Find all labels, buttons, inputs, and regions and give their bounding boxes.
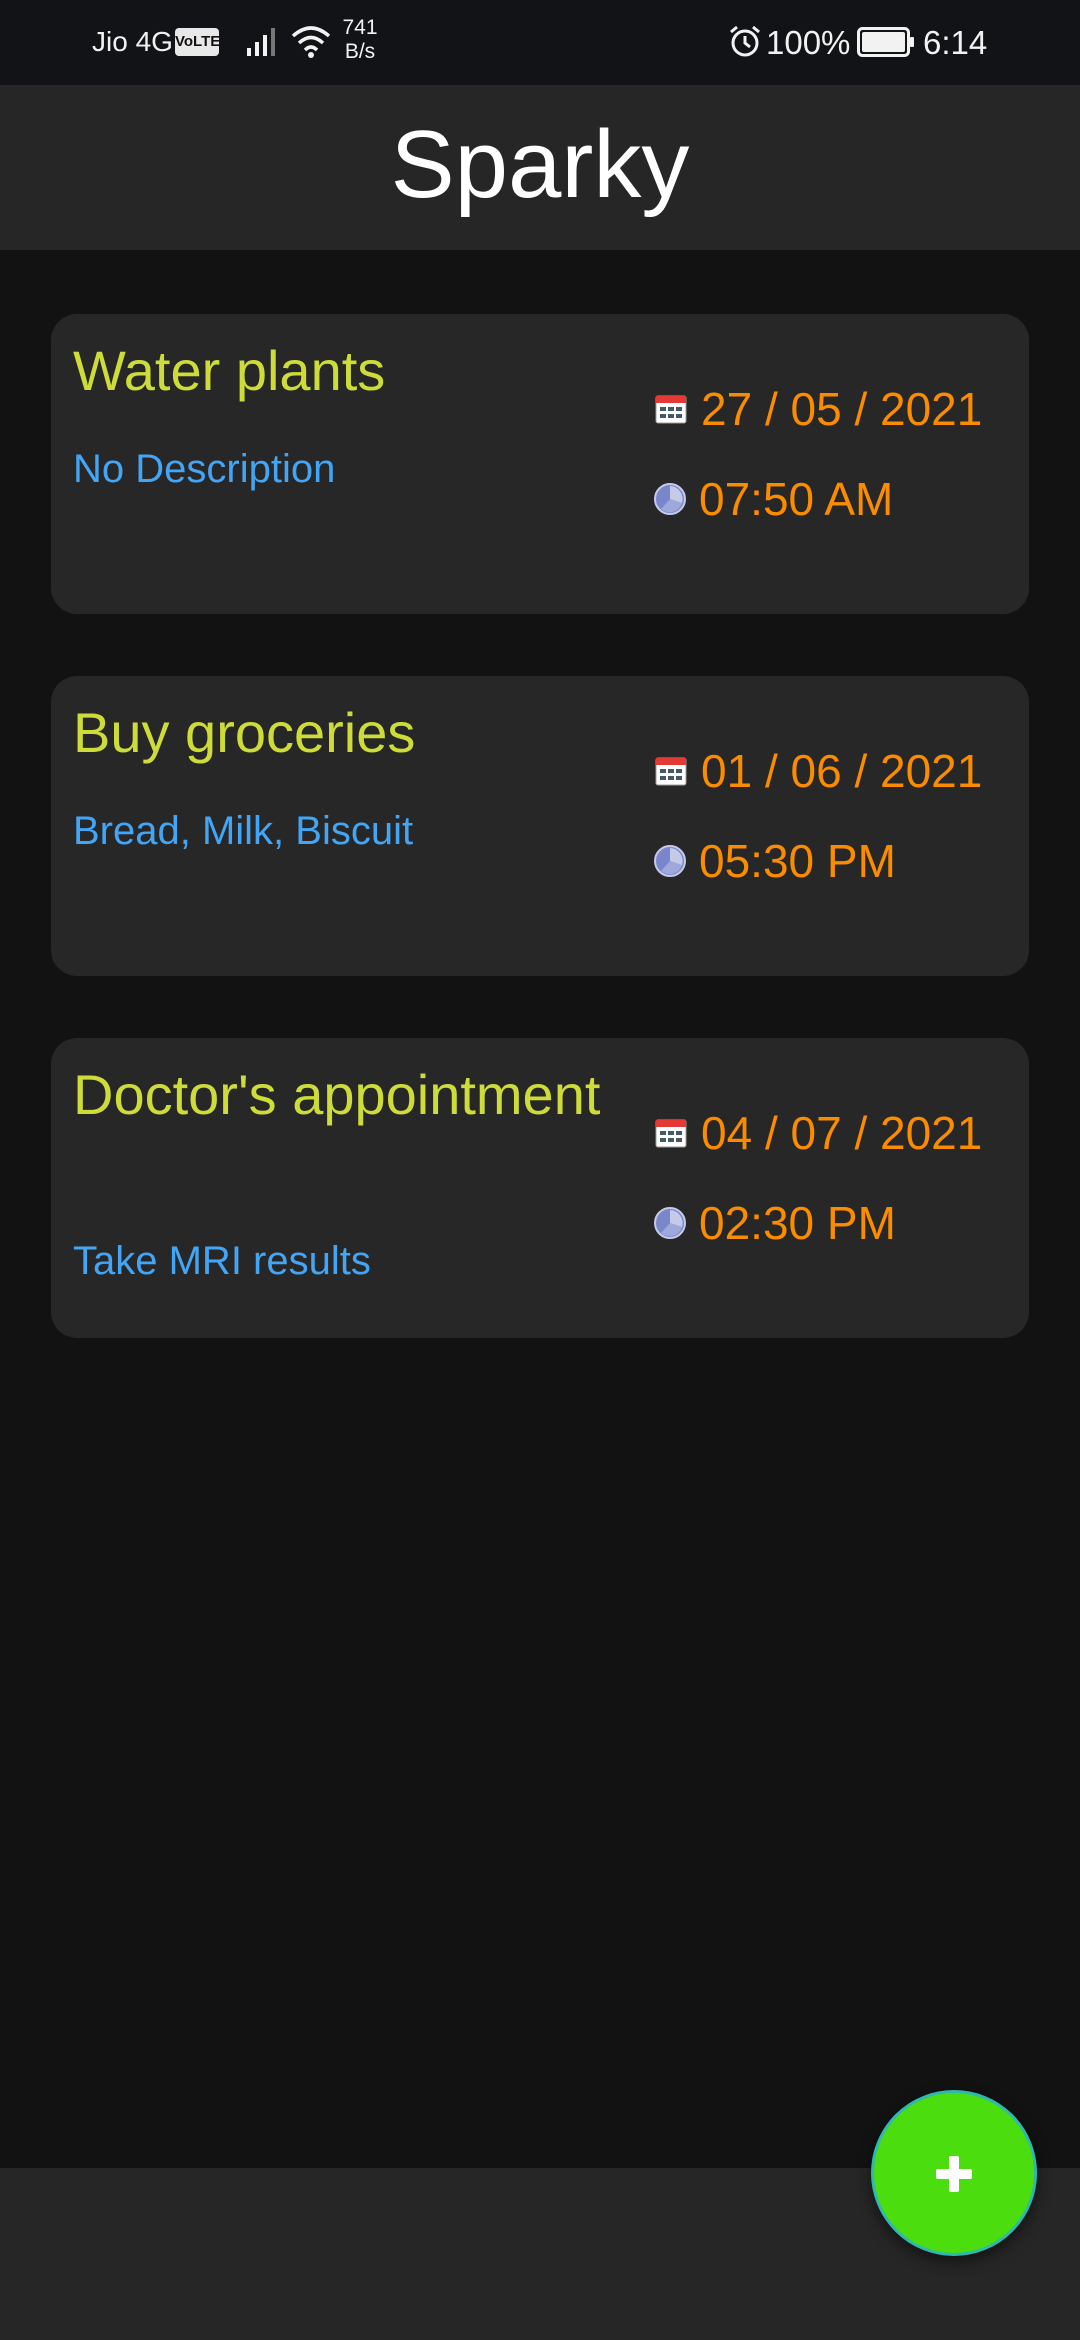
task-description: No Description: [73, 447, 336, 491]
wifi-icon: [290, 24, 332, 65]
network-speed: 741 B/s: [338, 16, 382, 64]
carrier-label: Jio 4G: [92, 26, 173, 57]
calendar-icon: [655, 1119, 687, 1148]
task-date: 01 / 06 / 2021: [655, 741, 982, 801]
clock-icon: [654, 1207, 686, 1239]
task-time: 02:30 PM: [653, 1193, 896, 1253]
clock-time: 6:14: [923, 24, 988, 61]
clock-icon: [654, 845, 686, 877]
task-card[interactable]: Water plants No Description 27 / 05 / 20…: [51, 314, 1029, 614]
task-time: 07:50 AM: [653, 469, 893, 529]
status-bar: Jio 4G VoLTE 741 B/s 100% 6:14: [0, 0, 1080, 85]
battery-icon: [857, 27, 915, 62]
calendar-icon: [655, 395, 687, 424]
add-task-button[interactable]: [871, 2090, 1037, 2256]
plus-icon: [936, 2156, 972, 2192]
task-date: 27 / 05 / 2021: [655, 379, 982, 439]
calendar-icon: [655, 757, 687, 786]
task-title: Buy groceries: [73, 701, 416, 764]
task-time-text: 07:50 AM: [699, 473, 894, 525]
task-title: Water plants: [73, 339, 386, 402]
task-description: Bread, Milk, Biscuit: [73, 809, 414, 853]
signal-icon: [245, 24, 281, 63]
screen: Jio 4G VoLTE 741 B/s 100% 6:14 Sparky Wa…: [0, 0, 1080, 2340]
app-bar: Sparky: [0, 85, 1080, 250]
volte-badge: VoLTE: [175, 28, 220, 56]
task-date-text: 04 / 07 / 2021: [701, 1107, 983, 1159]
network-speed-unit: B/s: [344, 40, 376, 63]
battery-percent: 100%: [766, 24, 851, 61]
alarm-icon: [728, 24, 762, 65]
task-title: Doctor's appointment: [73, 1063, 601, 1126]
task-card[interactable]: Buy groceries Bread, Milk, Biscuit 01 / …: [51, 676, 1029, 976]
task-time: 05:30 PM: [653, 831, 896, 891]
task-date-text: 27 / 05 / 2021: [701, 383, 983, 435]
task-time-text: 02:30 PM: [699, 1197, 896, 1249]
clock-icon: [654, 483, 686, 515]
network-speed-value: 741: [342, 16, 378, 39]
task-date: 04 / 07 / 2021: [655, 1103, 982, 1163]
task-date-text: 01 / 06 / 2021: [701, 745, 983, 797]
task-description: Take MRI results: [73, 1239, 371, 1283]
task-card[interactable]: Doctor's appointment Take MRI results 04…: [51, 1038, 1029, 1338]
app-title: Sparky: [390, 111, 690, 218]
task-time-text: 05:30 PM: [699, 835, 896, 887]
